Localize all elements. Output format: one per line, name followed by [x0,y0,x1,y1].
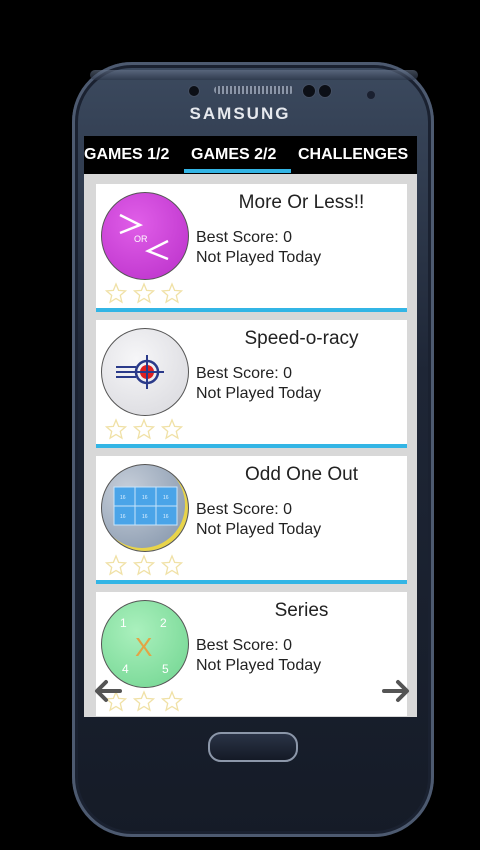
played-status: Not Played Today [196,657,322,674]
card-divider [96,444,407,448]
star-icon [104,282,128,304]
series-number: 5 [162,662,169,676]
game-card-more-or-less[interactable]: OR More Or Less!! Best Score: 0 Not Play… [96,184,407,308]
star-icon [104,554,128,576]
series-number: 1 [120,616,127,630]
sensor-icon [318,84,332,98]
star-rating [104,418,184,440]
played-status: Not Played Today [196,249,322,266]
tab-games-2[interactable]: GAMES 2/2 [191,146,276,164]
target-icon [101,328,189,416]
card-divider [96,308,407,312]
game-score-info: Best Score: 0 Not Played Today [196,636,321,676]
star-rating [104,282,184,304]
grid-label: 16 [142,495,148,501]
game-title: More Or Less!! [238,192,365,213]
star-icon [160,690,184,712]
star-icon [132,282,156,304]
game-title: Odd One Out [244,464,358,485]
star-icon [160,282,184,304]
brand-logo: SAMSUNG [189,104,291,123]
grid-label: 16 [120,495,126,501]
tab-bar: GAMES 1/2 GAMES 2/2 CHALLENGES [84,136,417,174]
home-button[interactable] [208,732,298,762]
star-icon [160,418,184,440]
game-score-info: Best Score: 0 Not Played Today [196,228,321,268]
game-card-odd-one-out[interactable]: 16 16 16 16 16 16 Odd One Out Best Score… [96,456,407,580]
best-score: Best Score: 0 [196,637,293,654]
game-title: Speed-o-racy [244,328,359,349]
game-list[interactable]: OR More Or Less!! Best Score: 0 Not Play… [84,174,417,717]
best-score: Best Score: 0 [196,501,293,518]
played-status: Not Played Today [196,521,322,538]
tab-indicator [184,169,291,173]
star-icon [160,554,184,576]
tab-challenges[interactable]: CHALLENGES [298,146,408,164]
game-score-info: Best Score: 0 Not Played Today [196,364,321,404]
front-camera-icon [366,90,376,100]
best-score: Best Score: 0 [196,229,293,246]
grid-label: 16 [163,495,169,501]
card-divider [96,580,407,584]
arrow-left-icon[interactable] [90,673,126,709]
grid-label: 16 [142,514,148,520]
phone-top-edge [90,70,418,80]
grid-label: 16 [163,514,169,520]
app-screen: GAMES 1/2 GAMES 2/2 CHALLENGES OR More O… [84,136,417,717]
star-icon [132,554,156,576]
arrow-right-icon[interactable] [378,673,414,709]
tab-games-1[interactable]: GAMES 1/2 [84,146,169,164]
star-icon [132,418,156,440]
star-icon [104,418,128,440]
grid-icon: 16 16 16 16 16 16 [101,464,189,552]
greater-less-icon: OR [101,192,189,280]
grid-label: 16 [120,514,126,520]
played-status: Not Played Today [196,385,322,402]
star-rating [104,554,184,576]
series-number: 2 [160,616,167,630]
game-card-speed-o-racy[interactable]: Speed-o-racy Best Score: 0 Not Played To… [96,320,407,444]
sensor-icon [302,84,316,98]
game-score-info: Best Score: 0 Not Played Today [196,500,321,540]
sensor-icon [188,85,200,97]
game-title: Series [274,600,329,621]
series-symbol: X [135,632,152,662]
star-icon [132,690,156,712]
icon-or-text: OR [134,234,148,244]
earpiece-speaker [214,86,294,94]
game-card-series[interactable]: 1 2 4 5 X Series Best Score: 0 Not Playe… [96,592,407,716]
best-score: Best Score: 0 [196,365,293,382]
